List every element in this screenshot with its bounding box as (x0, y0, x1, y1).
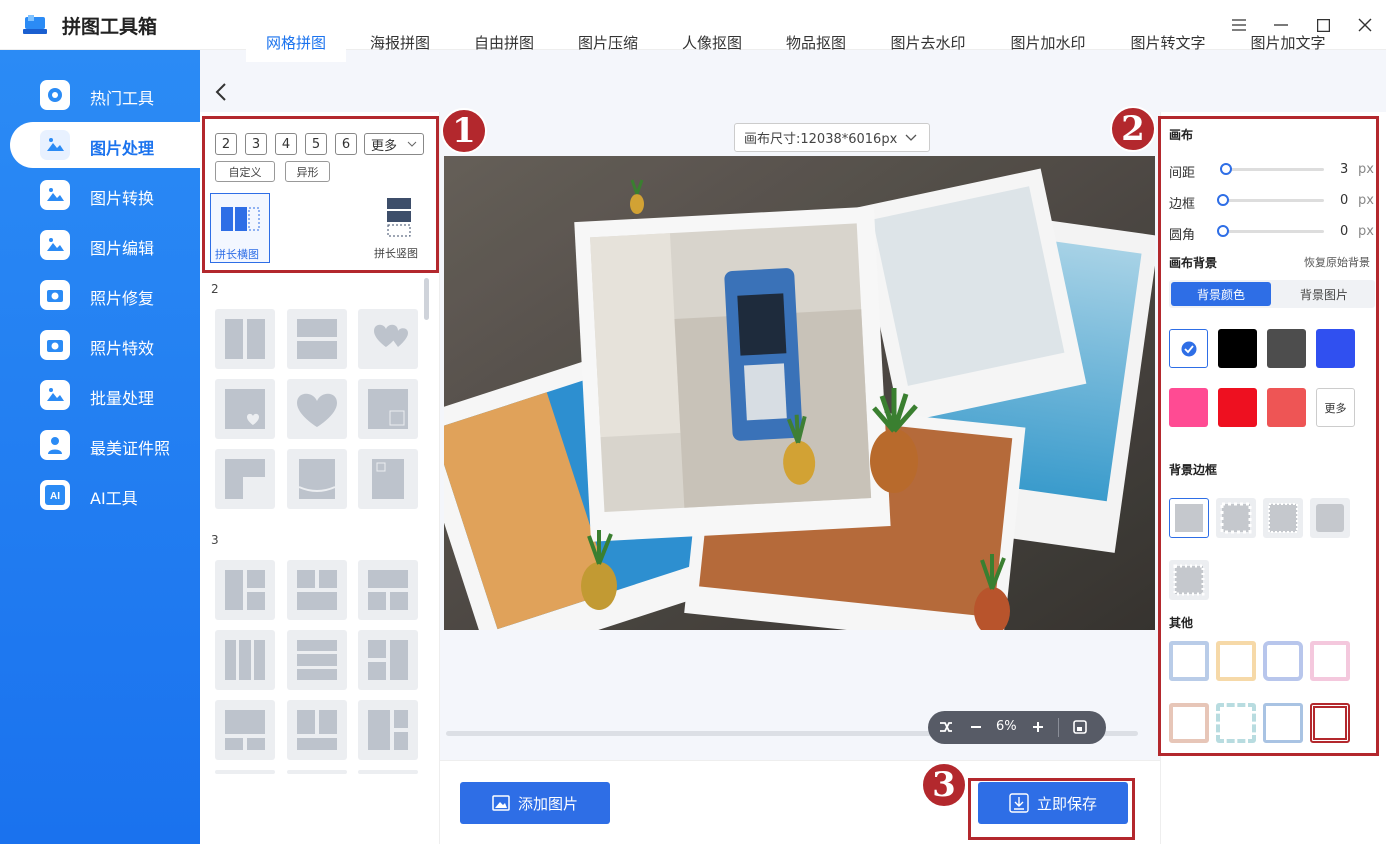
sidebar-item-image-convert[interactable]: 图片转换 (10, 172, 200, 218)
canvas-size-label: 画布尺寸:12038*6016px (744, 132, 898, 147)
tab-poster-collage[interactable]: 海报拼图 (356, 22, 444, 62)
sidebar-item-photo-repair[interactable]: 照片修复 (10, 272, 200, 318)
svg-text:AI: AI (50, 491, 60, 502)
image-icon (40, 130, 70, 160)
chevron-down-icon (905, 134, 917, 141)
layout-tile[interactable] (287, 379, 347, 439)
layout-tile[interactable] (215, 560, 275, 620)
fit-screen-icon[interactable] (1072, 719, 1088, 739)
tab-add-text[interactable]: 图片加文字 (1238, 22, 1338, 62)
zoom-level: 6% (996, 719, 1017, 734)
chevron-left-icon[interactable] (208, 79, 234, 105)
layout-tile[interactable] (358, 449, 418, 509)
layout-tile[interactable] (358, 700, 418, 760)
sidebar-item-label: AI工具 (90, 489, 138, 508)
zoom-toolbar: 6% (928, 711, 1106, 744)
ai-icon: AI (40, 480, 70, 510)
layout-tile[interactable] (358, 309, 418, 369)
add-image-label: 添加图片 (517, 794, 578, 813)
zoom-in-icon[interactable] (1030, 719, 1046, 739)
highlight-box-1 (202, 116, 439, 273)
step-badge-2: 2 (1110, 106, 1156, 152)
shuffle-icon[interactable] (938, 719, 954, 739)
sidebar-item-label: 批量处理 (90, 389, 155, 408)
sidebar-item-label: 照片修复 (90, 289, 155, 308)
sidebar-item-id-photo[interactable]: 最美证件照 (10, 422, 200, 468)
canvas-size-dropdown[interactable]: 画布尺寸:12038*6016px (734, 123, 930, 152)
sidebar-item-label: 照片特效 (90, 339, 155, 358)
sidebar-item-label: 图片编辑 (90, 239, 155, 258)
layout-tile[interactable] (287, 770, 347, 774)
app-logo-icon (23, 15, 47, 34)
tab-compress[interactable]: 图片压缩 (564, 22, 652, 62)
collage-preview-image[interactable] (444, 156, 1155, 630)
step-badge-1: 1 (441, 108, 487, 154)
layout-tile[interactable] (358, 379, 418, 439)
sidebar-item-ai-tools[interactable]: AI AI工具 (10, 472, 200, 518)
tab-portrait-cutout[interactable]: 人像抠图 (668, 22, 756, 62)
divider (1058, 718, 1059, 737)
tab-add-watermark[interactable]: 图片加水印 (998, 22, 1098, 62)
highlight-box-3 (968, 778, 1135, 840)
add-image-button[interactable]: 添加图片 (460, 782, 610, 824)
sidebar-item-hot-tools[interactable]: 热门工具 (10, 72, 200, 118)
section-label-2: 2 (211, 282, 219, 296)
camera-icon (40, 280, 70, 310)
close-icon[interactable] (1352, 12, 1378, 38)
sidebar-item-label: 图片转换 (90, 189, 155, 208)
layout-tile[interactable] (215, 630, 275, 690)
sidebar-item-photo-effects[interactable]: 照片特效 (10, 322, 200, 368)
scrollbar[interactable] (424, 278, 429, 320)
sidebar-item-label: 热门工具 (90, 89, 155, 108)
layout-tile[interactable] (358, 770, 418, 774)
layout-tile[interactable] (358, 630, 418, 690)
tab-object-cutout[interactable]: 物品抠图 (772, 22, 860, 62)
sidebar-item-label: 图片处理 (90, 139, 155, 158)
sidebar-item-image-processing[interactable]: 图片处理 (10, 122, 200, 168)
camera-effect-icon (40, 330, 70, 360)
tab-free-collage[interactable]: 自由拼图 (460, 22, 548, 62)
layout-tile[interactable] (215, 770, 275, 774)
person-icon (40, 430, 70, 460)
gear-icon (40, 80, 70, 110)
image-convert-icon (40, 180, 70, 210)
zoom-out-icon[interactable] (968, 719, 984, 739)
sidebar-item-image-edit[interactable]: 图片编辑 (10, 222, 200, 268)
image-edit-icon (40, 230, 70, 260)
layout-tile[interactable] (287, 630, 347, 690)
tab-image-to-text[interactable]: 图片转文字 (1118, 22, 1218, 62)
tab-grid-collage[interactable]: 网格拼图 (246, 22, 346, 62)
highlight-box-2 (1158, 116, 1379, 756)
section-label-3: 3 (211, 533, 219, 547)
layout-tile[interactable] (215, 309, 275, 369)
image-icon (492, 795, 510, 811)
layout-tile[interactable] (358, 560, 418, 620)
layout-tile[interactable] (215, 379, 275, 439)
tab-remove-watermark[interactable]: 图片去水印 (878, 22, 978, 62)
sidebar-item-batch[interactable]: 批量处理 (10, 372, 200, 418)
batch-icon (40, 380, 70, 410)
app-title: 拼图工具箱 (62, 16, 158, 38)
layout-tile[interactable] (215, 700, 275, 760)
step-badge-3: 3 (921, 762, 967, 808)
layout-tile[interactable] (287, 309, 347, 369)
sidebar-item-label: 最美证件照 (90, 439, 171, 458)
layout-tile[interactable] (287, 560, 347, 620)
layout-tile[interactable] (215, 449, 275, 509)
layout-tile[interactable] (287, 700, 347, 760)
layout-tile[interactable] (287, 449, 347, 509)
